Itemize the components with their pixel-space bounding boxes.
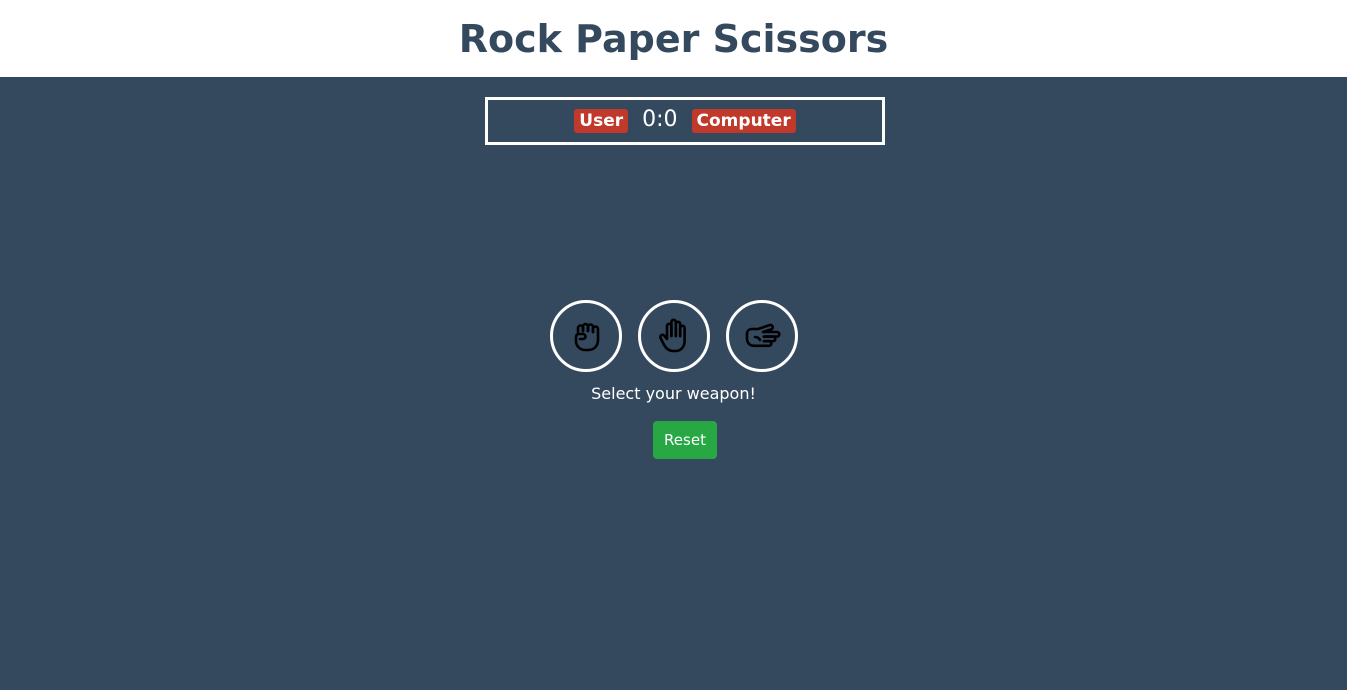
reset-button[interactable]: Reset <box>653 421 717 459</box>
paper-button[interactable] <box>637 300 710 372</box>
scissors-button[interactable] <box>725 300 798 372</box>
header: Rock Paper Scissors <box>0 0 1347 77</box>
page-title: Rock Paper Scissors <box>458 16 889 61</box>
score-display: 0:0 <box>642 106 678 132</box>
fist-icon <box>574 322 599 352</box>
scoreboard: User 0:0 Computer <box>485 97 885 145</box>
weapon-choices <box>0 300 1347 372</box>
computer-label: Computer <box>691 109 796 133</box>
rock-button[interactable] <box>549 300 622 372</box>
open-hand-icon <box>658 318 686 353</box>
user-label: User <box>574 109 629 133</box>
scissors-hand-icon <box>745 323 781 348</box>
status-message: Select your weapon! <box>591 384 756 403</box>
